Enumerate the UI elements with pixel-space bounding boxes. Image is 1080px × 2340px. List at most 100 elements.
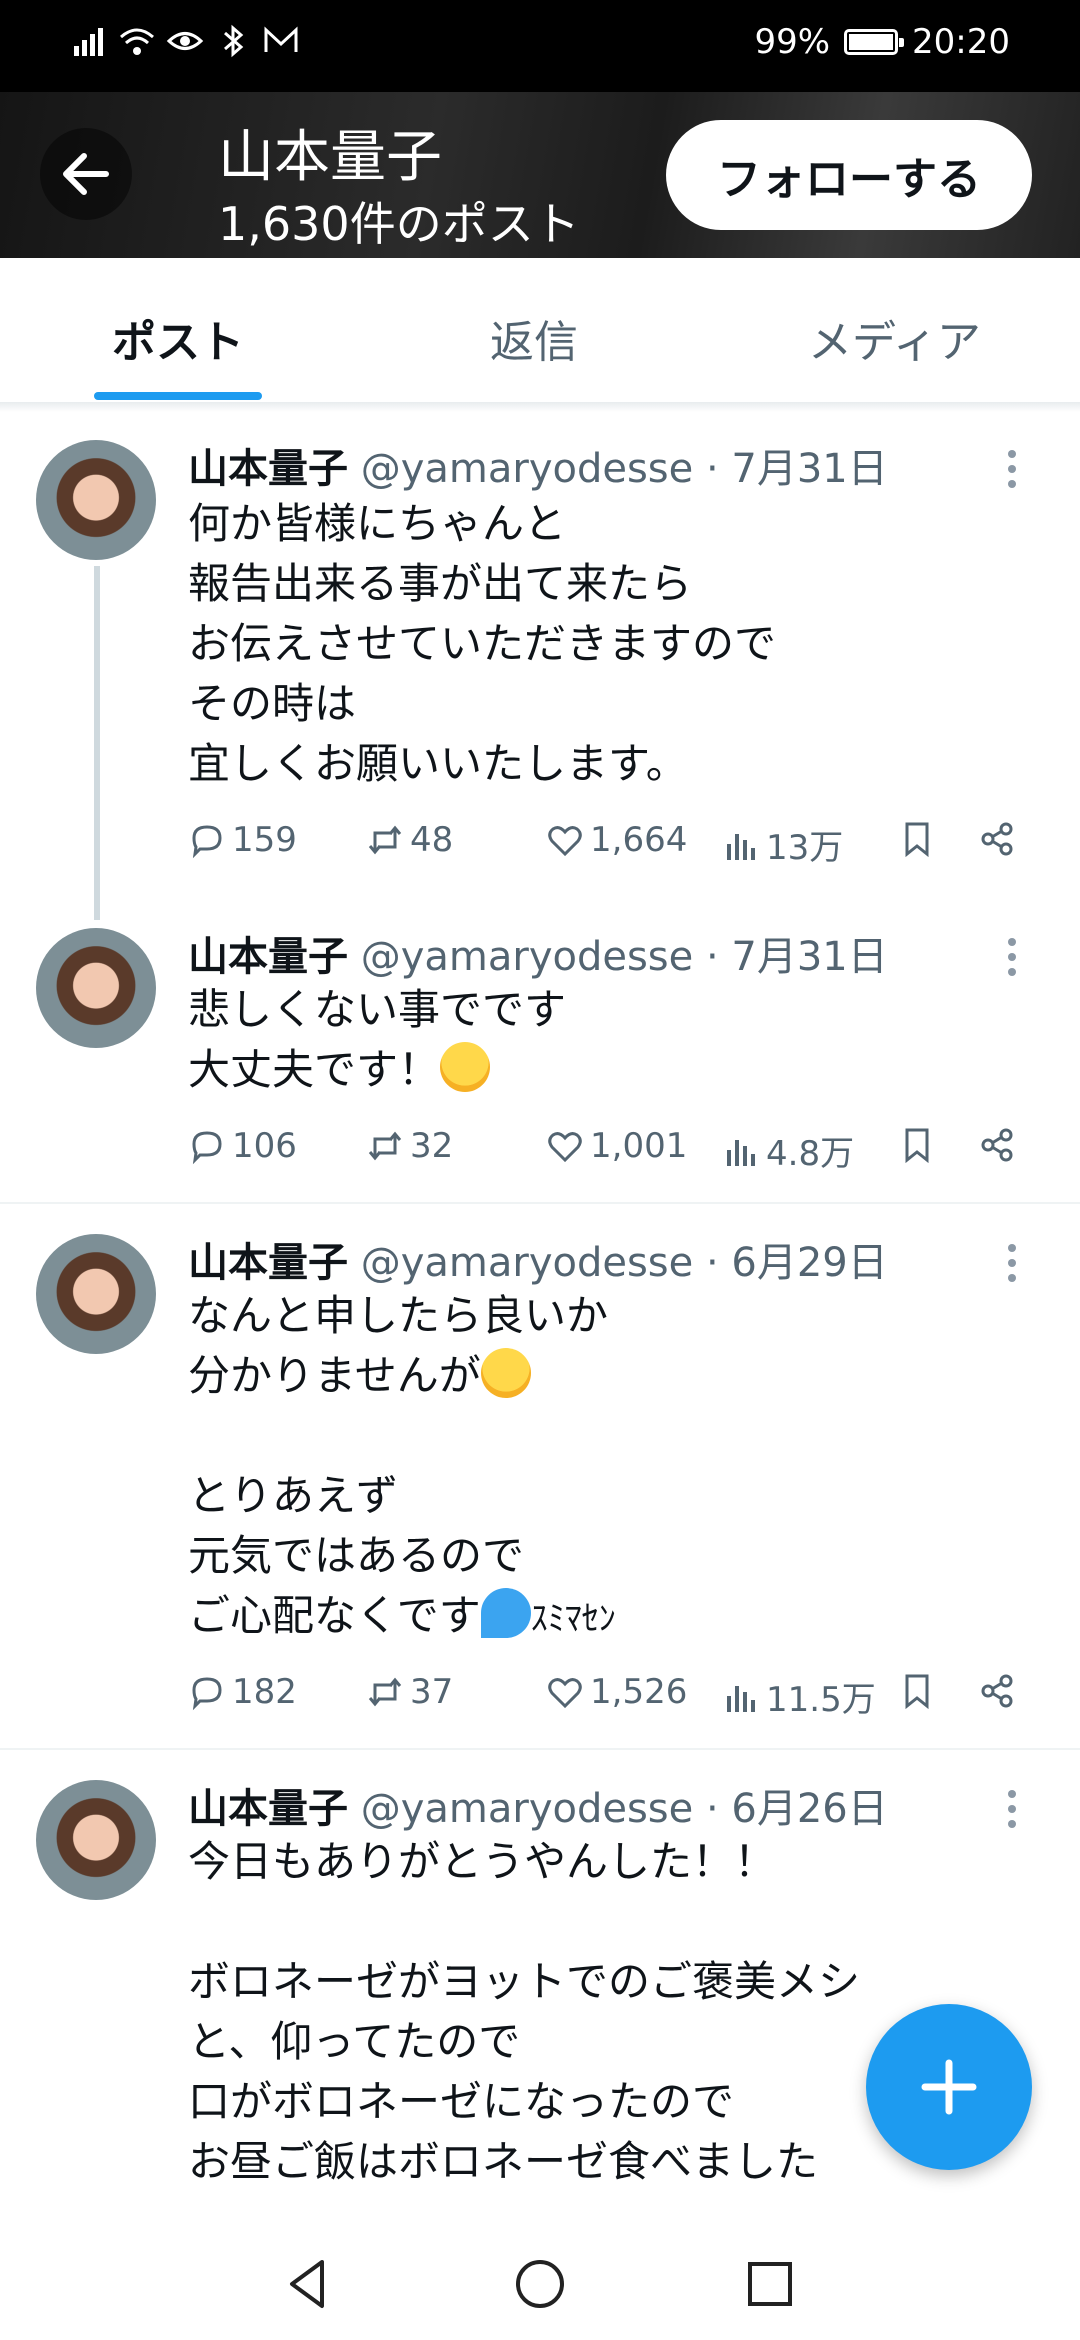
bookmark-icon	[905, 1674, 929, 1710]
heart-icon	[548, 826, 582, 857]
author-handle[interactable]: @yamaryodesse · 7月31日	[361, 934, 888, 980]
reply-button[interactable]: 106	[188, 1126, 297, 1166]
tab-media[interactable]: メディア	[808, 306, 981, 370]
tab-replies[interactable]: 返信	[490, 306, 578, 370]
share-icon	[981, 1128, 1013, 1162]
profile-tabs: ポスト 返信 メディア	[0, 258, 1080, 404]
tweet-text: なんと申したら良いか 分かりませんが とりあえず 元気ではあるので ご心配なくで…	[188, 1286, 616, 1649]
author-name[interactable]: 山本量子	[188, 934, 348, 980]
thread-line	[94, 566, 100, 920]
tweet-text-line: 元気ではあるので	[188, 1531, 525, 1580]
like-button[interactable]: 1,001	[546, 1126, 687, 1166]
reply-button[interactable]: 182	[188, 1672, 297, 1712]
tweet-text-line: なんと申したら良いか	[188, 1291, 609, 1340]
share-button[interactable]	[978, 1672, 1016, 1710]
reply-icon	[192, 1677, 222, 1711]
author-name[interactable]: 山本量子	[188, 446, 348, 492]
divider	[0, 402, 1080, 412]
retweet-icon	[368, 1677, 402, 1707]
eye-icon	[166, 32, 204, 50]
tweet-text-line: とりあえず	[188, 1471, 399, 1520]
avatar[interactable]	[36, 1234, 156, 1354]
bookmark-button[interactable]	[898, 1672, 936, 1710]
follow-button[interactable]: フォローする	[666, 120, 1032, 230]
battery-icon	[844, 29, 905, 55]
reply-count: 159	[232, 820, 297, 860]
views-icon	[727, 1685, 755, 1712]
like-count: 1,526	[590, 1672, 688, 1712]
author-handle[interactable]: @yamaryodesse · 6月26日	[361, 1786, 888, 1832]
author-name[interactable]: 山本量子	[188, 1240, 348, 1286]
status-icons	[70, 22, 300, 60]
tweet-text-line: 悲しくない事でです	[188, 985, 567, 1034]
more-options-icon[interactable]	[1008, 938, 1016, 983]
back-button[interactable]	[40, 128, 132, 220]
like-button[interactable]: 1,664	[546, 820, 687, 860]
tweet-text: 何か皆様にちゃんと 報告出来る事が出て来たら お伝えさせていただきますので その…	[188, 499, 777, 788]
avatar[interactable]	[36, 1780, 156, 1900]
heart-icon	[548, 1132, 582, 1163]
divider	[0, 1202, 1080, 1204]
wifi-icon	[120, 28, 154, 55]
avatar[interactable]	[36, 928, 156, 1048]
retweet-count: 37	[410, 1672, 454, 1712]
more-options-icon[interactable]	[1008, 450, 1016, 495]
tweet-actions: 182 37 1,526 11.5万	[188, 1672, 1028, 1722]
signal-icon	[74, 28, 103, 56]
heart-icon	[548, 1678, 582, 1709]
bookmark-button[interactable]	[898, 1126, 936, 1164]
tweet-text-line: ｽﾐﾏｾﾝ	[530, 1599, 616, 1639]
retweet-button[interactable]: 32	[366, 1126, 453, 1166]
retweet-icon	[368, 1131, 402, 1161]
status-bar: 99% 20:20	[0, 0, 1080, 92]
author-handle[interactable]: @yamaryodesse · 7月31日	[361, 446, 888, 492]
views-icon	[727, 1139, 755, 1166]
mail-icon	[264, 26, 298, 52]
arrow-left-icon	[63, 153, 109, 195]
smiling-face-emoji	[440, 1042, 491, 1092]
profile-header: 山本量子 1,630件のポスト フォローする	[0, 92, 1080, 258]
author-handle[interactable]: @yamaryodesse · 6月29日	[361, 1240, 888, 1286]
like-count: 1,001	[590, 1126, 688, 1166]
retweet-button[interactable]: 37	[366, 1672, 453, 1712]
sweat-droplets-emoji	[480, 1588, 531, 1638]
reply-count: 106	[232, 1126, 297, 1166]
view-count: 4.8万	[766, 1134, 855, 1174]
tweet-actions: 106 32 1,001 4.8万	[188, 1126, 1028, 1176]
recents-square-icon[interactable]	[738, 2252, 802, 2316]
views-button[interactable]: 4.8万	[722, 1126, 854, 1175]
retweet-button[interactable]: 48	[366, 820, 453, 860]
back-triangle-icon[interactable]	[276, 2252, 340, 2316]
more-options-icon[interactable]	[1008, 1790, 1016, 1835]
retweet-count: 48	[410, 820, 454, 860]
tweet-text: 悲しくない事でです 大丈夫です！	[188, 980, 566, 1100]
bookmark-icon	[905, 822, 929, 858]
views-button[interactable]: 13万	[722, 820, 843, 869]
active-tab-indicator	[94, 392, 262, 400]
tweet-text-line: ご心配なくです	[188, 1591, 481, 1640]
view-count: 11.5万	[766, 1680, 876, 1720]
share-button[interactable]	[978, 1126, 1016, 1164]
author-name[interactable]: 山本量子	[188, 1786, 348, 1832]
post-count: 1,630件のポスト	[218, 197, 580, 251]
more-options-icon[interactable]	[1008, 1244, 1016, 1289]
reply-count: 182	[232, 1672, 297, 1712]
bookmark-button[interactable]	[898, 820, 936, 858]
profile-name: 山本量子	[218, 125, 442, 190]
compose-button[interactable]	[866, 2004, 1032, 2170]
share-button[interactable]	[978, 820, 1016, 858]
tab-posts[interactable]: ポスト	[112, 306, 244, 370]
retweet-icon	[368, 825, 402, 855]
tweet-text-line: 分かりませんが	[188, 1351, 481, 1400]
like-button[interactable]: 1,526	[546, 1672, 687, 1712]
battery-percent: 99%	[754, 22, 831, 62]
tweet-text: 今日もありがとうやんした！！ ボロネーゼがヨットでのご褒美メシ と、仰ってたので…	[188, 1837, 861, 2186]
plus-icon	[921, 2059, 977, 2115]
avatar[interactable]	[36, 440, 156, 560]
divider	[0, 1748, 1080, 1750]
home-circle-icon[interactable]	[508, 2252, 572, 2316]
reply-button[interactable]: 159	[188, 820, 297, 860]
views-button[interactable]: 11.5万	[722, 1672, 876, 1721]
reply-icon	[192, 1131, 222, 1165]
shushing-face-emoji	[480, 1348, 531, 1398]
